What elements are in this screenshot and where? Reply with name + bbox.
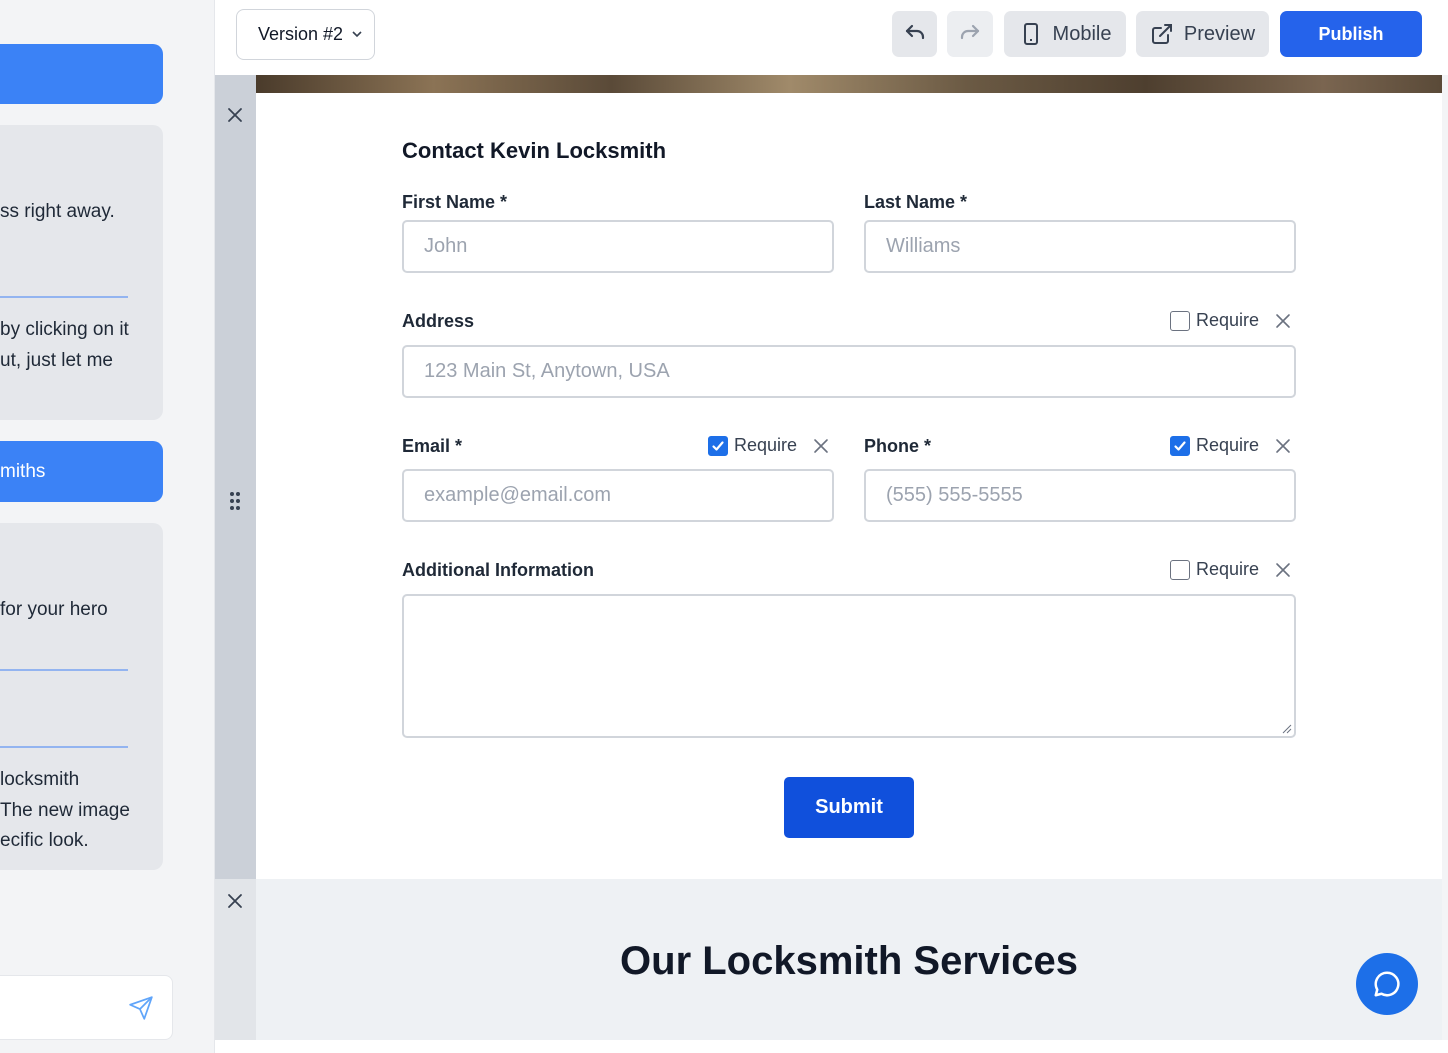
section-gutter (215, 879, 256, 1040)
editor: Version #2 Mobile Preview Publish Contac… (214, 0, 1448, 1053)
divider (0, 296, 128, 298)
require-label: Require (734, 435, 798, 455)
chat-message-user: miths (0, 441, 163, 502)
chat-text: The new image (0, 800, 130, 821)
form-title: Contact Kevin Locksmith (402, 138, 667, 163)
publish-button[interactable]: Publish (1280, 11, 1422, 57)
chat-text: miths (0, 460, 46, 482)
mobile-icon (1023, 23, 1038, 45)
hero-image (256, 75, 1442, 93)
undo-icon (905, 24, 924, 40)
close-icon[interactable] (1274, 437, 1292, 455)
additional-info-label: Additional Information (402, 560, 594, 580)
undo-button[interactable] (892, 11, 937, 57)
address-label: Address (402, 311, 475, 331)
phone-require-toggle[interactable]: Require (1170, 435, 1259, 456)
toolbar: Version #2 Mobile Preview Publish (215, 0, 1448, 75)
first-name-input[interactable]: John (402, 220, 834, 273)
divider (0, 669, 128, 671)
close-icon[interactable] (226, 106, 244, 124)
address-input[interactable]: 123 Main St, Anytown, USA (402, 345, 1296, 398)
close-icon[interactable] (226, 892, 244, 910)
chat-message-user (0, 44, 163, 104)
last-name-label: Last Name * (864, 192, 968, 212)
page-canvas: Contact Kevin Locksmith First Name * Joh… (215, 75, 1448, 1040)
require-checkbox[interactable] (1170, 559, 1190, 580)
drag-handle-icon[interactable] (228, 491, 242, 511)
chat-message-ai: for your hero locksmith The new image ec… (0, 523, 163, 870)
address-require-toggle[interactable]: Require (1170, 310, 1259, 331)
chat-text: locksmith (0, 769, 80, 790)
require-label: Require (1196, 435, 1260, 455)
last-name-input[interactable]: Williams (864, 220, 1296, 273)
require-checkbox[interactable] (708, 435, 728, 456)
close-icon[interactable] (1274, 561, 1292, 579)
scrollbar[interactable] (1442, 75, 1448, 1040)
first-name-label: First Name * (402, 192, 508, 212)
require-checkbox[interactable] (1170, 310, 1190, 331)
require-label: Require (1196, 559, 1260, 579)
phone-label: Phone * (864, 436, 932, 456)
close-icon[interactable] (1274, 312, 1292, 330)
close-icon[interactable] (812, 437, 830, 455)
email-require-toggle[interactable]: Require (708, 435, 797, 456)
external-link-icon (1151, 24, 1172, 44)
email-input[interactable]: example@email.com (402, 469, 834, 522)
mobile-label: Mobile (1052, 22, 1112, 45)
version-label: Version #2 (258, 24, 342, 44)
chat-support-button[interactable] (1356, 953, 1418, 1015)
phone-input[interactable]: (555) 555-5555 (864, 469, 1296, 522)
send-icon[interactable] (128, 995, 154, 1021)
preview-button[interactable]: Preview (1136, 11, 1269, 57)
chat-text: by clicking on it (0, 319, 129, 340)
chat-text: for your hero (0, 599, 108, 620)
chat-message-ai: ss right away. by clicking on it ut, jus… (0, 125, 163, 420)
additional-info-textarea[interactable] (402, 594, 1296, 738)
chat-input[interactable] (0, 975, 173, 1040)
mobile-button[interactable]: Mobile (1004, 11, 1126, 57)
chat-bubble-icon (1374, 971, 1400, 997)
section-gutter (215, 75, 256, 879)
submit-button[interactable]: Submit (784, 777, 914, 838)
require-checkbox[interactable] (1170, 435, 1190, 456)
chat-panel: ss right away. by clicking on it ut, jus… (0, 0, 214, 1053)
services-title: Our Locksmith Services (620, 939, 1078, 983)
version-select[interactable]: Version #2 (236, 9, 375, 60)
divider (0, 746, 128, 748)
check-icon (1174, 440, 1186, 451)
chat-text: ut, just let me (0, 350, 113, 371)
additional-require-toggle[interactable]: Require (1170, 559, 1259, 580)
resize-handle-icon[interactable] (1282, 724, 1292, 734)
chevron-down-icon (352, 31, 362, 38)
check-icon (712, 440, 724, 451)
redo-icon (960, 24, 980, 40)
preview-label: Preview (1183, 22, 1256, 45)
require-label: Require (1196, 310, 1260, 330)
chat-text: ecific look. (0, 830, 89, 851)
redo-button[interactable] (947, 11, 993, 57)
chat-text: ss right away. (0, 201, 115, 222)
email-label: Email * (402, 436, 463, 456)
services-section: Our Locksmith Services (256, 879, 1442, 1040)
